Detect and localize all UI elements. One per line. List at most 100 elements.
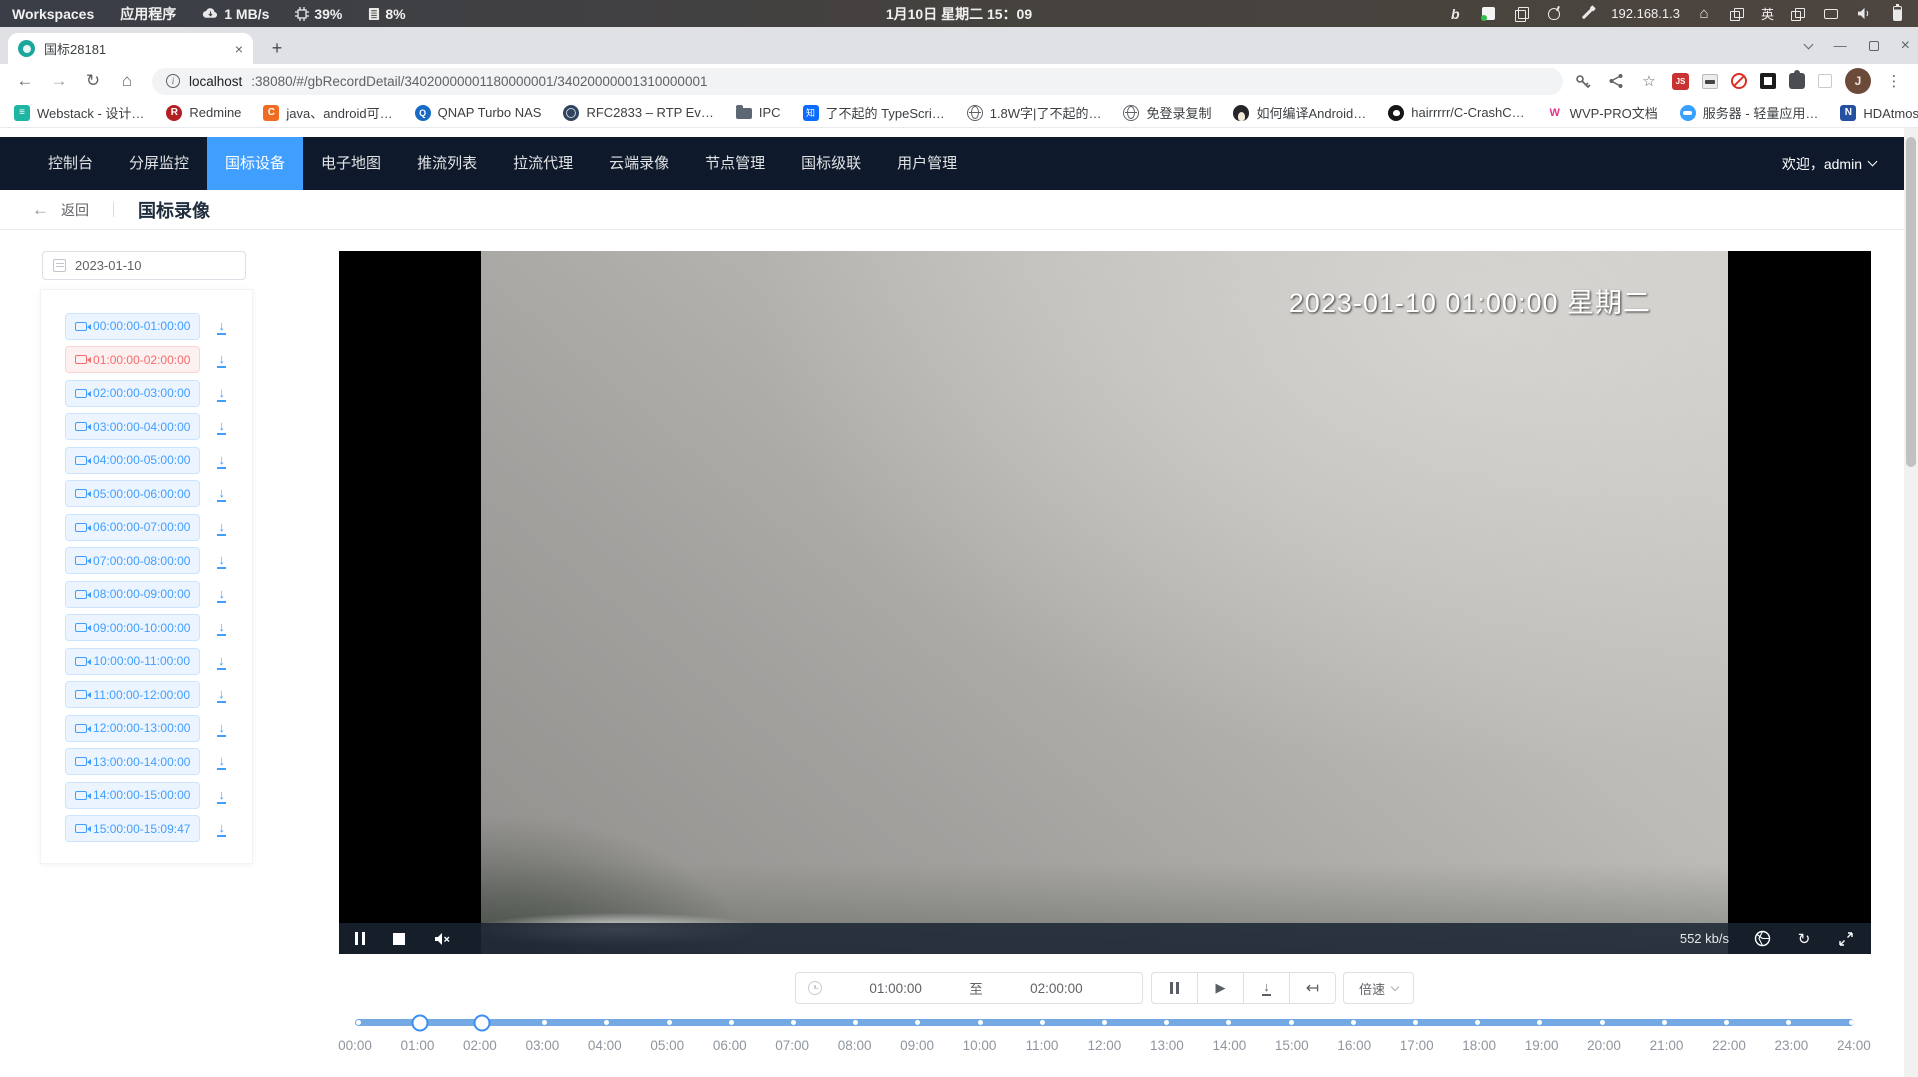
start-time[interactable]: 01:00:00 (822, 981, 969, 996)
tray-home-icon[interactable]: ⌂ (1695, 5, 1713, 23)
tray-screenshot-icon[interactable] (1479, 5, 1497, 23)
nav-item[interactable]: 国标设备 (207, 137, 303, 190)
timeline-handle[interactable] (412, 1014, 429, 1031)
back-link[interactable]: 返回 (61, 200, 89, 220)
tray-clipboard-icon[interactable] (1512, 5, 1530, 23)
tray-launcher-icon[interactable]: b (1446, 5, 1464, 23)
date-picker[interactable]: 2023-01-10 (42, 251, 246, 280)
pause-button[interactable] (1151, 972, 1198, 1004)
download-button[interactable] (215, 818, 228, 839)
download-button[interactable] (215, 383, 228, 404)
share-icon[interactable] (1606, 71, 1626, 91)
window-close-icon[interactable]: × (1901, 37, 1910, 55)
seek-back-button[interactable]: ↤ (1289, 972, 1336, 1004)
site-info-icon[interactable]: i (166, 74, 180, 88)
bookmark-item[interactable]: hairrrrr/C-CrashC… (1388, 105, 1524, 121)
download-button[interactable] (215, 416, 228, 437)
play-button[interactable]: ▶ (1197, 972, 1244, 1004)
record-pill[interactable]: 00:00:00-01:00:00 (65, 313, 200, 340)
tray-ime-indicator[interactable]: 英 (1761, 4, 1774, 23)
time-range-input[interactable]: 01:00:00 至 02:00:00 (795, 972, 1143, 1004)
window-minimize-icon[interactable]: — (1834, 38, 1847, 53)
bookmark-item[interactable]: 1.8W字|了不起的… (967, 103, 1102, 122)
bookmark-star-icon[interactable]: ☆ (1639, 71, 1659, 91)
home-button[interactable]: ⌂ (112, 66, 142, 96)
workspaces-button[interactable]: Workspaces (12, 6, 94, 22)
bookmark-item[interactable]: 如何编译Android… (1233, 103, 1366, 122)
bookmark-item[interactable]: WVP-PRO文档 (1547, 103, 1658, 122)
nav-item[interactable]: 国标级联 (783, 137, 879, 190)
window-maximize-icon[interactable] (1869, 41, 1879, 51)
nav-item[interactable]: 节点管理 (687, 137, 783, 190)
bookmark-item[interactable]: 服务器 - 轻量应用… (1680, 103, 1819, 122)
back-button[interactable]: ← (10, 66, 40, 96)
tab-close-icon[interactable]: × (235, 41, 243, 57)
nav-item[interactable]: 电子地图 (303, 137, 399, 190)
record-pill[interactable]: 02:00:00-03:00:00 (65, 380, 200, 407)
tray-caffeine-icon[interactable] (1545, 5, 1563, 23)
timeline-track[interactable] (355, 1019, 1854, 1026)
fullscreen-icon[interactable] (1837, 930, 1855, 948)
record-pill[interactable]: 08:00:00-09:00:00 (65, 581, 200, 608)
record-pill[interactable]: 05:00:00-06:00:00 (65, 480, 200, 507)
tray-display-icon[interactable] (1822, 5, 1840, 23)
url-bar[interactable]: i localhost:38080/#/gbRecordDetail/34020… (152, 68, 1563, 95)
record-pill[interactable]: 09:00:00-10:00:00 (65, 614, 200, 641)
user-menu[interactable]: 欢迎，admin (1782, 154, 1876, 174)
applications-button[interactable]: 应用程序 (120, 4, 176, 24)
record-pill[interactable]: 14:00:00-15:00:00 (65, 782, 200, 809)
tray-tools-icon[interactable] (1578, 5, 1596, 23)
tray-workspaces-icon[interactable] (1728, 5, 1746, 23)
browser-tab[interactable]: 国标28181 × (8, 33, 253, 64)
record-pill[interactable]: 11:00:00-12:00:00 (65, 681, 200, 708)
profile-avatar[interactable]: J (1845, 68, 1871, 94)
mute-icon[interactable] (433, 930, 451, 948)
end-time[interactable]: 02:00:00 (983, 981, 1130, 996)
record-pill[interactable]: 07:00:00-08:00:00 (65, 547, 200, 574)
tray-battery-icon[interactable] (1888, 5, 1906, 23)
bookmark-item[interactable]: IPC (736, 105, 781, 120)
nav-item[interactable]: 推流列表 (399, 137, 495, 190)
bookmark-item[interactable]: java、android可… (263, 103, 392, 122)
extension-qr-icon[interactable] (1760, 73, 1776, 89)
download-button[interactable] (215, 517, 228, 538)
bookmark-item[interactable]: QNAP Turbo NAS (415, 105, 542, 121)
extension-adblock-icon[interactable] (1731, 73, 1747, 89)
nav-item[interactable]: 拉流代理 (495, 137, 591, 190)
record-pill[interactable]: 15:00:00-15:09:47 (65, 815, 200, 842)
download-button[interactable] (215, 651, 228, 672)
timeline-handle[interactable] (474, 1014, 491, 1031)
download-record-button[interactable] (1243, 972, 1290, 1004)
extension-js-icon[interactable]: JS (1672, 73, 1689, 90)
record-pill[interactable]: 03:00:00-04:00:00 (65, 413, 200, 440)
record-pill[interactable]: 06:00:00-07:00:00 (65, 514, 200, 541)
download-button[interactable] (215, 684, 228, 705)
download-button[interactable] (215, 349, 228, 370)
bookmark-item[interactable]: HDAtmos :: 种子 *… (1840, 103, 1918, 122)
record-pill[interactable]: 04:00:00-05:00:00 (65, 447, 200, 474)
page-scrollbar[interactable] (1904, 128, 1918, 1077)
nav-item[interactable]: 分屏监控 (111, 137, 207, 190)
nav-item[interactable]: 用户管理 (879, 137, 975, 190)
password-key-icon[interactable] (1573, 71, 1593, 91)
refresh-icon[interactable]: ↻ (1795, 930, 1813, 948)
pause-icon[interactable] (355, 932, 365, 945)
new-tab-button[interactable]: + (265, 36, 289, 60)
tray-volume-icon[interactable] (1855, 5, 1873, 23)
record-pill[interactable]: 10:00:00-11:00:00 (65, 648, 200, 675)
download-button[interactable] (215, 316, 228, 337)
browser-menu-icon[interactable]: ⋮ (1884, 71, 1904, 91)
download-button[interactable] (215, 617, 228, 638)
download-button[interactable] (215, 450, 228, 471)
record-pill[interactable]: 12:00:00-13:00:00 (65, 715, 200, 742)
download-button[interactable] (215, 718, 228, 739)
download-button[interactable] (215, 584, 228, 605)
stop-icon[interactable] (393, 933, 405, 945)
download-button[interactable] (215, 785, 228, 806)
bookmark-item[interactable]: 免登录复制 (1123, 103, 1211, 122)
scrollbar-thumb[interactable] (1906, 137, 1916, 467)
record-pill[interactable]: 01:00:00-02:00:00 (65, 346, 200, 373)
record-pill[interactable]: 13:00:00-14:00:00 (65, 748, 200, 775)
download-button[interactable] (215, 550, 228, 571)
tab-search-chevron-icon[interactable] (1803, 39, 1813, 49)
